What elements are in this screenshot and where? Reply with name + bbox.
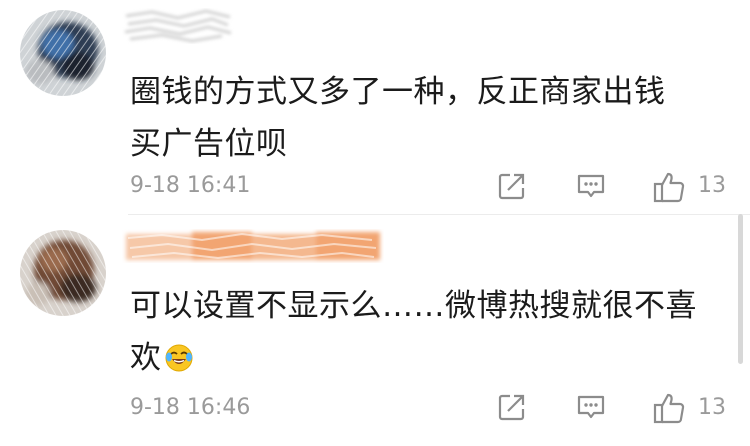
comment-text-fragment: 欢 bbox=[130, 340, 162, 376]
like-count: 13 bbox=[698, 395, 726, 420]
reply-button[interactable] bbox=[575, 391, 607, 423]
username-redacted[interactable] bbox=[122, 226, 384, 266]
redaction-scribble bbox=[126, 232, 380, 260]
thumbs-up-icon bbox=[653, 393, 685, 424]
comment-text: 可以设置不显示么……微博热搜就很不喜 欢 bbox=[130, 280, 710, 384]
comment-item[interactable]: 可以设置不显示么……微博热搜就很不喜 欢 9-18 16:46 13 bbox=[0, 0, 750, 446]
blurred-avatar-image bbox=[20, 230, 106, 316]
scrollbar[interactable] bbox=[738, 214, 743, 364]
share-button[interactable] bbox=[496, 391, 528, 423]
share-icon bbox=[498, 394, 525, 421]
avatar[interactable] bbox=[20, 230, 106, 316]
comment-list: 圈钱的方式又多了一种，反正商家出钱 买广告位呗 9-18 16:41 13 可以… bbox=[0, 0, 750, 446]
like-button[interactable] bbox=[652, 391, 686, 425]
laughing-tears-emoji-icon bbox=[164, 337, 194, 372]
comment-text-line: 可以设置不显示么……微博热搜就很不喜 bbox=[130, 288, 697, 324]
comment-timestamp: 9-18 16:46 bbox=[130, 395, 251, 420]
comment-icon bbox=[577, 395, 605, 419]
comment-text-line: 欢 bbox=[130, 332, 710, 384]
